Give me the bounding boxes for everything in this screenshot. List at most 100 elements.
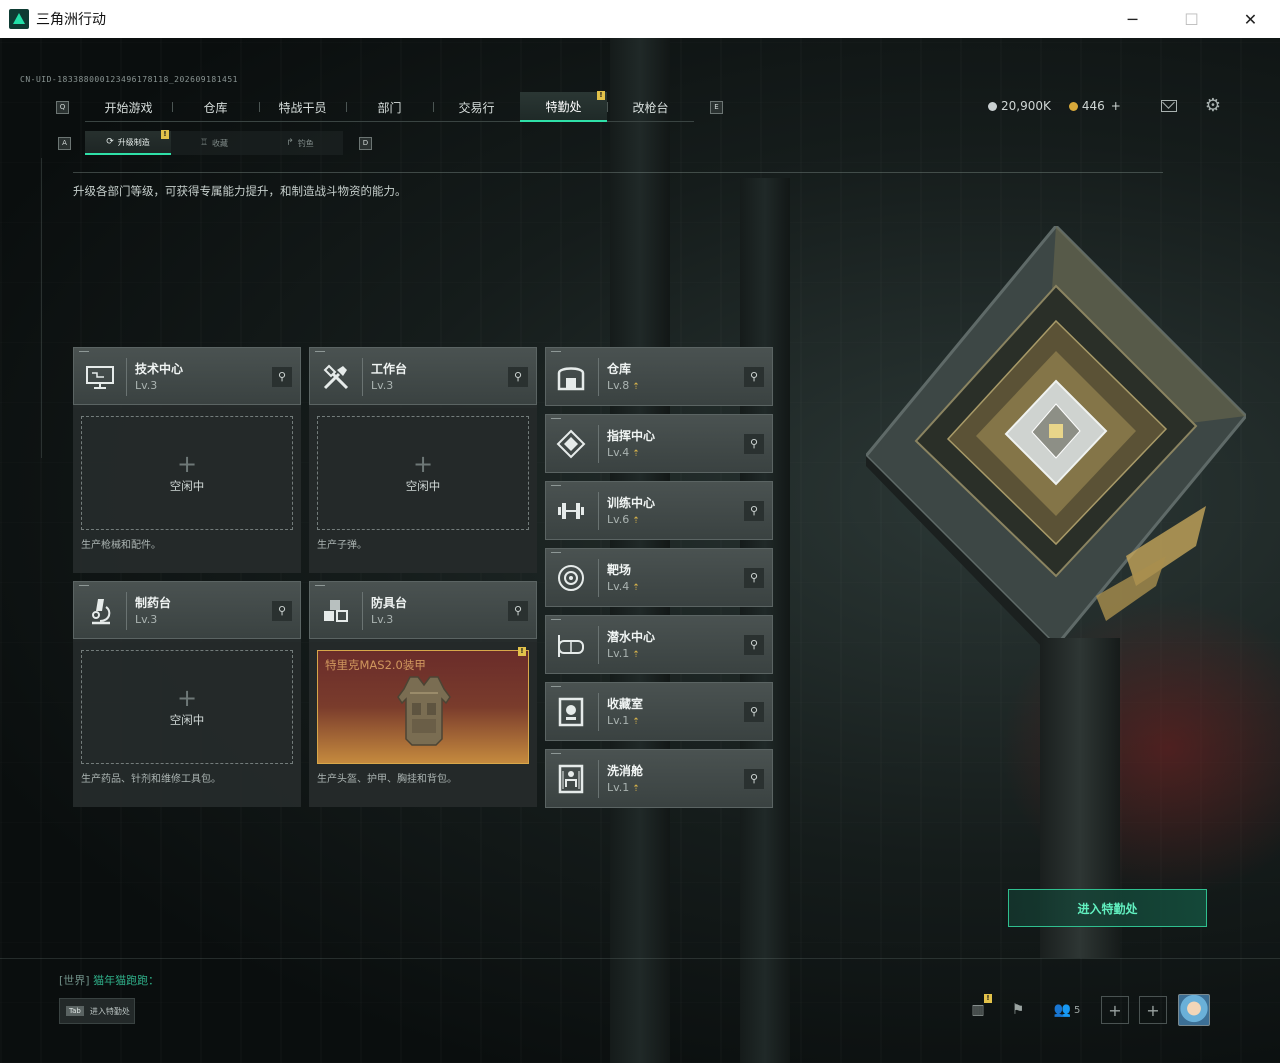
armor-vest-icon [397, 676, 451, 746]
plus-icon: + [412, 450, 434, 478]
search-icon[interactable]: ⚲ [744, 367, 764, 387]
room-level: Lv.1 ⇡ [607, 781, 640, 794]
prev-subtab-key-hint: A [58, 136, 71, 150]
avatar[interactable] [1178, 994, 1210, 1026]
workstation-tech-center[interactable]: 技术中心 Lv.3 ⚲ + 空闲中 生产枪械和配件。 [73, 347, 301, 573]
armor-blocks-icon [320, 595, 352, 627]
tab-department[interactable]: 部门 [346, 92, 433, 122]
notification-badge: ! [161, 130, 169, 139]
silver-amount: 20,900K [1001, 99, 1051, 113]
flag-button[interactable]: ⚑ [998, 990, 1038, 1030]
main-navigation: Q 开始游戏 仓库 特战干员 部门 交易行 特勤处 ! 改枪台 E [56, 91, 723, 122]
subtab-fishing[interactable]: ↱ 钓鱼 [257, 131, 343, 155]
tab-special-ops[interactable]: 特勤处 ! [520, 91, 607, 122]
craft-icon: ⟳ [106, 137, 114, 147]
collection-icon [555, 696, 587, 728]
upgrade-arrow-icon: ⇡ [632, 382, 640, 392]
separator [362, 592, 363, 630]
gold-currency[interactable]: 446 + [1068, 99, 1121, 113]
search-icon[interactable]: ⚲ [744, 434, 764, 454]
room-level: Lv.4 ⇡ [607, 446, 640, 459]
add-gold-button[interactable]: + [1111, 99, 1121, 113]
search-icon[interactable]: ⚲ [508, 601, 528, 621]
room-collection[interactable]: 收藏室 Lv.1 ⇡ ⚲ [545, 682, 773, 741]
bottom-toolbar: ▥ ! ⚑ 👥 5 + + [958, 990, 1210, 1030]
separator [126, 358, 127, 396]
tab-market[interactable]: 交易行 [433, 92, 520, 122]
tab-warehouse[interactable]: 仓库 [172, 92, 259, 122]
maximize-button[interactable]: ☐ [1162, 0, 1221, 38]
bar-chart-icon: ▥ [971, 1002, 985, 1018]
workstation-description: 生产药品、针剂和维修工具包。 [81, 774, 221, 785]
window-title: 三角洲行动 [36, 12, 106, 28]
room-level-text: Lv.6 [607, 513, 630, 526]
workstation-workbench[interactable]: 工作台 Lv.3 ⚲ + 空闲中 生产子弹。 [309, 347, 537, 573]
mail-icon[interactable] [1160, 100, 1177, 112]
search-icon[interactable]: ⚲ [744, 769, 764, 789]
workstation-name: 防具台 [371, 596, 408, 610]
add-teammate-button[interactable]: + [1101, 996, 1129, 1024]
gear-icon[interactable]: ⚙ [1205, 97, 1221, 115]
chat-channel: [世界] [59, 974, 90, 987]
search-icon[interactable]: ⚲ [744, 702, 764, 722]
room-name: 靶场 [607, 563, 632, 577]
fishing-icon: ↱ [286, 138, 294, 148]
separator [598, 559, 599, 597]
upgrade-arrow-icon: ⇡ [632, 717, 640, 727]
tab-operators[interactable]: 特战干员 [259, 92, 346, 122]
minimize-button[interactable]: ─ [1103, 0, 1162, 38]
tab-shortcut-hint[interactable]: Tab 进入特勤处 [59, 998, 135, 1024]
chat-preview[interactable]: [世界] 猫年猫跑跑： [59, 972, 159, 988]
sub-navigation: A ⟳ 升级制造 ! ♖ 收藏 ↱ 钓鱼 D [58, 130, 372, 155]
tab-gunsmith[interactable]: 改枪台 [607, 92, 694, 122]
search-icon[interactable]: ⚲ [508, 367, 528, 387]
subtab-collection[interactable]: ♖ 收藏 [171, 131, 257, 155]
silver-coin-icon [988, 101, 997, 111]
close-button[interactable]: ✕ [1221, 0, 1280, 38]
add-teammate-button[interactable]: + [1139, 996, 1167, 1024]
search-icon[interactable]: ⚲ [744, 635, 764, 655]
tab-start-game[interactable]: 开始游戏 [85, 92, 172, 122]
room-level: Lv.8 ⇡ [607, 379, 640, 392]
workstation-header: 防具台 Lv.3 ⚲ [309, 581, 537, 639]
subtab-fishing-label: 钓鱼 [297, 138, 314, 148]
subtab-upgrade-craft[interactable]: ⟳ 升级制造 ! [85, 130, 171, 155]
workstation-level: Lv.3 [135, 613, 158, 626]
silver-currency: 20,900K [988, 99, 1051, 113]
craft-slot[interactable]: + 空闲中 [317, 416, 529, 530]
enter-special-ops-button[interactable]: 进入特勤处 [1008, 889, 1207, 927]
workstation-header: 制药台 Lv.3 ⚲ [73, 581, 301, 639]
craft-slot[interactable]: + 空闲中 [81, 416, 293, 530]
room-level-text: Lv.1 [607, 781, 630, 794]
room-diving-center[interactable]: 潜水中心 Lv.1 ⇡ ⚲ [545, 615, 773, 674]
room-shooting-range[interactable]: 靶场 Lv.4 ⇡ ⚲ [545, 548, 773, 607]
search-icon[interactable]: ⚲ [272, 601, 292, 621]
separator [598, 425, 599, 463]
craft-product-slot[interactable]: 特里克MAS2.0装甲 ! [317, 647, 529, 764]
workstation-body: 特里克MAS2.0装甲 ! 生产头盔、护甲、胸挂和背包。 [309, 642, 537, 807]
room-decon-chamber[interactable]: 洗消舱 Lv.1 ⇡ ⚲ [545, 749, 773, 808]
tab-hint-label: 进入特勤处 [89, 1006, 130, 1016]
notification-badge: ! [984, 994, 992, 1003]
workstation-armor-bench[interactable]: 防具台 Lv.3 ⚲ 特里克MAS2.0装甲 ! 生产头盔、护甲、胸挂和背包。 [309, 581, 537, 807]
stats-button[interactable]: ▥ ! [958, 990, 998, 1030]
room-training-center[interactable]: 训练中心 Lv.6 ⇡ ⚲ [545, 481, 773, 540]
workstation-pharmacy[interactable]: 制药台 Lv.3 ⚲ + 空闲中 生产药品、针剂和维修工具包。 [73, 581, 301, 807]
product-name: 特里克MAS2.0装甲 [325, 658, 426, 672]
workstation-name: 制药台 [135, 596, 172, 610]
friends-button[interactable]: 👥 5 [1038, 990, 1096, 1030]
search-icon[interactable]: ⚲ [744, 501, 764, 521]
workstation-description: 生产子弹。 [317, 540, 367, 551]
next-subtab-key-hint: D [359, 136, 372, 150]
room-warehouse[interactable]: 仓库 Lv.8 ⇡ ⚲ [545, 347, 773, 406]
craft-slot[interactable]: + 空闲中 [81, 650, 293, 764]
user-id-text: CN-UID-18338800012349617811​8_2026091814… [20, 75, 238, 84]
room-command-center[interactable]: 指挥中心 Lv.4 ⇡ ⚲ [545, 414, 773, 473]
search-icon[interactable]: ⚲ [744, 568, 764, 588]
app-logo-icon [9, 9, 29, 29]
upgrade-arrow-icon: ⇡ [632, 449, 640, 459]
prev-tab-key-hint: Q [56, 100, 69, 114]
search-icon[interactable]: ⚲ [272, 367, 292, 387]
room-name: 洗消舱 [607, 764, 644, 778]
flag-icon: ⚑ [1011, 1002, 1025, 1018]
